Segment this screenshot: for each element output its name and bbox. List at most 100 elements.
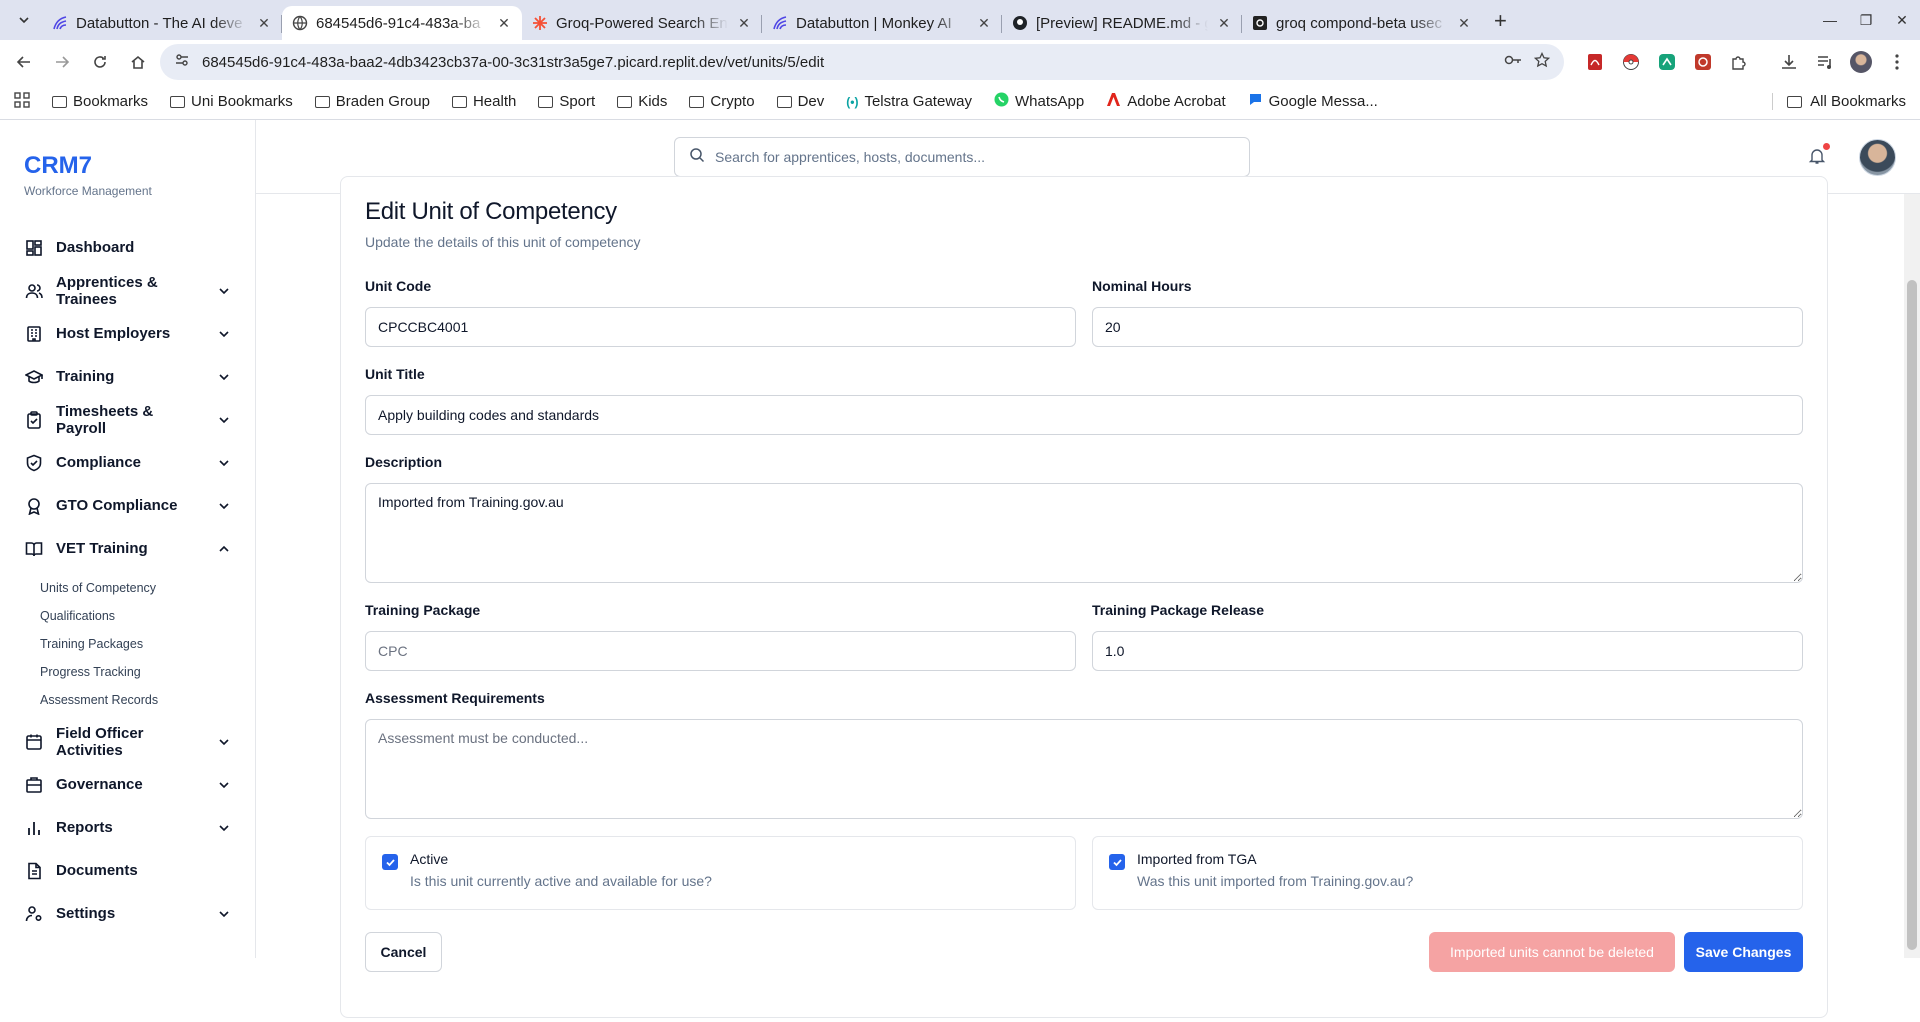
browser-tab-active[interactable]: 684545d6-91c4-483a-ba ✕	[282, 6, 522, 40]
sidebar-item-apprentices[interactable]: Apprentices & Trainees	[0, 269, 255, 312]
close-tab-icon[interactable]: ✕	[736, 15, 752, 32]
brand[interactable]: CRM7 Workforce Management	[0, 120, 255, 198]
sidebar-item-reports[interactable]: Reports	[0, 806, 255, 849]
sidebar-item-gto-compliance[interactable]: GTO Compliance	[0, 484, 255, 527]
user-avatar[interactable]	[1859, 139, 1896, 176]
book-open-icon	[24, 539, 44, 559]
close-tab-icon[interactable]: ✕	[976, 15, 992, 32]
sidebar-subitem-progress-tracking[interactable]: Progress Tracking	[40, 658, 255, 686]
close-tab-icon[interactable]: ✕	[1216, 15, 1232, 32]
browser-tab[interactable]: Databutton | Monkey AI ✕	[762, 6, 1002, 40]
bookmark-folder[interactable]: Uni Bookmarks	[170, 93, 293, 110]
browser-tab[interactable]: [Preview] README.md - g ✕	[1002, 6, 1242, 40]
sidebar-subitem-qualifications[interactable]: Qualifications	[40, 602, 255, 630]
chevron-down-icon	[219, 416, 229, 423]
restore-icon[interactable]: ❐	[1848, 12, 1884, 29]
bookmark-label: Kids	[638, 93, 668, 110]
bookmark-link[interactable]: Adobe Acrobat	[1106, 92, 1226, 111]
pdf-extension-icon[interactable]	[1580, 47, 1610, 77]
sidebar-item-timesheets[interactable]: Timesheets & Payroll	[0, 398, 255, 441]
cancel-button[interactable]: Cancel	[365, 932, 442, 972]
bookmark-folder[interactable]: Crypto	[689, 93, 755, 110]
extensions-puzzle-icon[interactable]	[1724, 47, 1754, 77]
notification-bell-icon[interactable]	[1808, 143, 1830, 167]
bookmark-star-icon[interactable]	[1533, 51, 1551, 72]
sidebar-item-governance[interactable]: Governance	[0, 763, 255, 806]
sidebar-subitem-units[interactable]: Units of Competency	[40, 574, 255, 602]
close-tab-icon[interactable]: ✕	[256, 15, 272, 32]
address-bar[interactable]: 684545d6-91c4-483a-baa2-4db3423cb37a-00-…	[160, 44, 1564, 80]
forward-icon[interactable]	[46, 46, 78, 78]
home-icon[interactable]	[122, 46, 154, 78]
tab-title: Databutton - The AI deve	[76, 14, 243, 32]
minimize-icon[interactable]: —	[1812, 12, 1848, 28]
delete-disabled-button[interactable]: Imported units cannot be deleted	[1429, 932, 1675, 972]
bookmark-folder[interactable]: Braden Group	[314, 93, 430, 110]
sidebar-item-compliance[interactable]: Compliance	[0, 441, 255, 484]
folder-icon	[1787, 95, 1803, 108]
search-input[interactable]	[715, 149, 1235, 165]
new-tab-icon[interactable]: +	[1482, 10, 1519, 40]
bookmark-folder[interactable]: Kids	[617, 93, 667, 110]
bookmark-folder[interactable]: Sport	[538, 93, 595, 110]
active-description: Is this unit currently active and availa…	[410, 873, 712, 889]
sidebar-item-dashboard[interactable]: Dashboard	[0, 226, 255, 269]
close-window-icon[interactable]: ✕	[1884, 12, 1920, 29]
sidebar-item-settings[interactable]: Settings	[0, 892, 255, 935]
profile-avatar[interactable]	[1846, 47, 1876, 77]
imported-checkbox[interactable]	[1109, 854, 1125, 870]
sidebar-item-label: Host Employers	[56, 325, 171, 342]
reload-icon[interactable]	[84, 46, 116, 78]
sidebar-item-field-officer[interactable]: Field Officer Activities	[0, 720, 255, 763]
assessment-requirements-textarea[interactable]	[365, 719, 1803, 819]
sidebar-subitem-assessment-records[interactable]: Assessment Records	[40, 686, 255, 714]
training-package-release-label: Training Package Release	[1092, 602, 1264, 618]
apps-grid-icon[interactable]	[14, 91, 30, 112]
bookmark-link[interactable]: (•) Telstra Gateway	[846, 93, 972, 110]
sidebar-item-training[interactable]: Training	[0, 355, 255, 398]
back-icon[interactable]	[8, 46, 40, 78]
training-package-release-input[interactable]	[1092, 631, 1803, 671]
description-textarea[interactable]: Imported from Training.gov.au	[365, 483, 1803, 583]
close-tab-icon[interactable]: ✕	[1456, 15, 1472, 32]
red-extension-icon[interactable]	[1688, 47, 1718, 77]
sidebar-item-label: VET Training	[56, 540, 148, 557]
green-extension-icon[interactable]	[1652, 47, 1682, 77]
sidebar-item-documents[interactable]: Documents	[0, 849, 255, 892]
training-package-input[interactable]	[365, 631, 1076, 671]
sidebar-item-label: Governance	[56, 776, 143, 793]
password-key-icon[interactable]	[1504, 52, 1522, 72]
page-scrollbar[interactable]	[1904, 194, 1920, 958]
form-header: Edit Unit of Competency Update the detai…	[365, 198, 641, 250]
bookmark-folder[interactable]: Health	[451, 93, 516, 110]
sidebar-subitem-training-packages[interactable]: Training Packages	[40, 630, 255, 658]
browser-tab[interactable]: Groq-Powered Search En ✕	[522, 6, 762, 40]
menu-kebab-icon[interactable]	[1882, 47, 1912, 77]
browser-tab[interactable]: Databutton - The AI deve ✕	[42, 6, 282, 40]
search-box[interactable]	[674, 137, 1250, 177]
site-info-icon[interactable]	[174, 52, 190, 72]
pokeball-extension-icon[interactable]	[1616, 47, 1646, 77]
folder-icon	[776, 95, 792, 108]
nominal-hours-input[interactable]	[1092, 307, 1803, 347]
nominal-hours-label: Nominal Hours	[1092, 278, 1192, 294]
bookmark-folder[interactable]: Dev	[776, 93, 824, 110]
bookmark-link[interactable]: Google Messa...	[1248, 92, 1378, 111]
url-text[interactable]: 684545d6-91c4-483a-baa2-4db3423cb37a-00-…	[202, 54, 1492, 71]
bookmark-link[interactable]: WhatsApp	[994, 92, 1084, 111]
sidebar-item-vet-training[interactable]: VET Training	[0, 527, 255, 570]
browser-tab[interactable]: groq compond-beta usec ✕	[1242, 6, 1482, 40]
landmark-icon	[24, 775, 44, 795]
sidebar-item-host-employers[interactable]: Host Employers	[0, 312, 255, 355]
close-tab-icon[interactable]: ✕	[496, 15, 512, 32]
scrollbar-thumb[interactable]	[1907, 280, 1917, 950]
tab-search-icon[interactable]	[12, 8, 36, 32]
download-icon[interactable]	[1774, 47, 1804, 77]
save-changes-button[interactable]: Save Changes	[1684, 932, 1803, 972]
unit-code-input[interactable]	[365, 307, 1076, 347]
bookmark-folder[interactable]: Bookmarks	[52, 93, 148, 110]
media-control-icon[interactable]	[1810, 47, 1840, 77]
active-checkbox[interactable]	[382, 854, 398, 870]
unit-title-input[interactable]	[365, 395, 1803, 435]
all-bookmarks[interactable]: All Bookmarks	[1772, 93, 1906, 110]
